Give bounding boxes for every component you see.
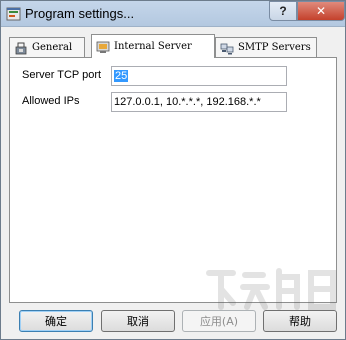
server-tcp-port-input[interactable]: 25 xyxy=(111,66,287,86)
app-icon xyxy=(6,7,21,21)
window-title: Program settings... xyxy=(25,6,135,21)
cancel-button[interactable]: 取消 xyxy=(101,310,175,332)
tab-internal-server[interactable]: Internal Server xyxy=(91,34,215,58)
dialog-button-bar: 确定 取消 应用(A) 帮助 xyxy=(9,310,337,334)
tab-general[interactable]: General xyxy=(9,37,85,57)
watermark-logo xyxy=(206,268,336,310)
close-icon: ✕ xyxy=(315,4,327,18)
smtp-servers-icon xyxy=(220,43,234,54)
apply-button[interactable]: 应用(A) xyxy=(182,310,256,332)
help-title-button[interactable]: ? xyxy=(269,1,297,21)
allowed-ips-label: Allowed IPs xyxy=(22,95,80,107)
tab-label: Internal Server xyxy=(114,41,192,52)
server-tcp-port-label: Server TCP port xyxy=(22,69,102,81)
allowed-ips-value: 127.0.0.1, 10.*.*.*, 192.168.*.* xyxy=(114,96,261,108)
help-button[interactable]: 帮助 xyxy=(263,310,337,332)
title-bar[interactable]: Program settings... ? ✕ xyxy=(1,1,345,27)
close-button[interactable]: ✕ xyxy=(297,1,345,21)
tab-label: General xyxy=(32,42,73,53)
server-tcp-port-value: 25 xyxy=(114,70,129,82)
tab-smtp-servers[interactable]: SMTP Servers xyxy=(215,37,317,57)
allowed-ips-input[interactable]: 127.0.0.1, 10.*.*.*, 192.168.*.* xyxy=(111,92,287,112)
tab-label: SMTP Servers xyxy=(238,42,311,53)
general-icon xyxy=(15,42,27,54)
ok-button[interactable]: 确定 xyxy=(19,310,93,332)
help-icon: ? xyxy=(279,4,287,18)
server-icon xyxy=(96,41,110,53)
settings-dialog: Program settings... ? ✕ General Internal… xyxy=(0,0,346,340)
